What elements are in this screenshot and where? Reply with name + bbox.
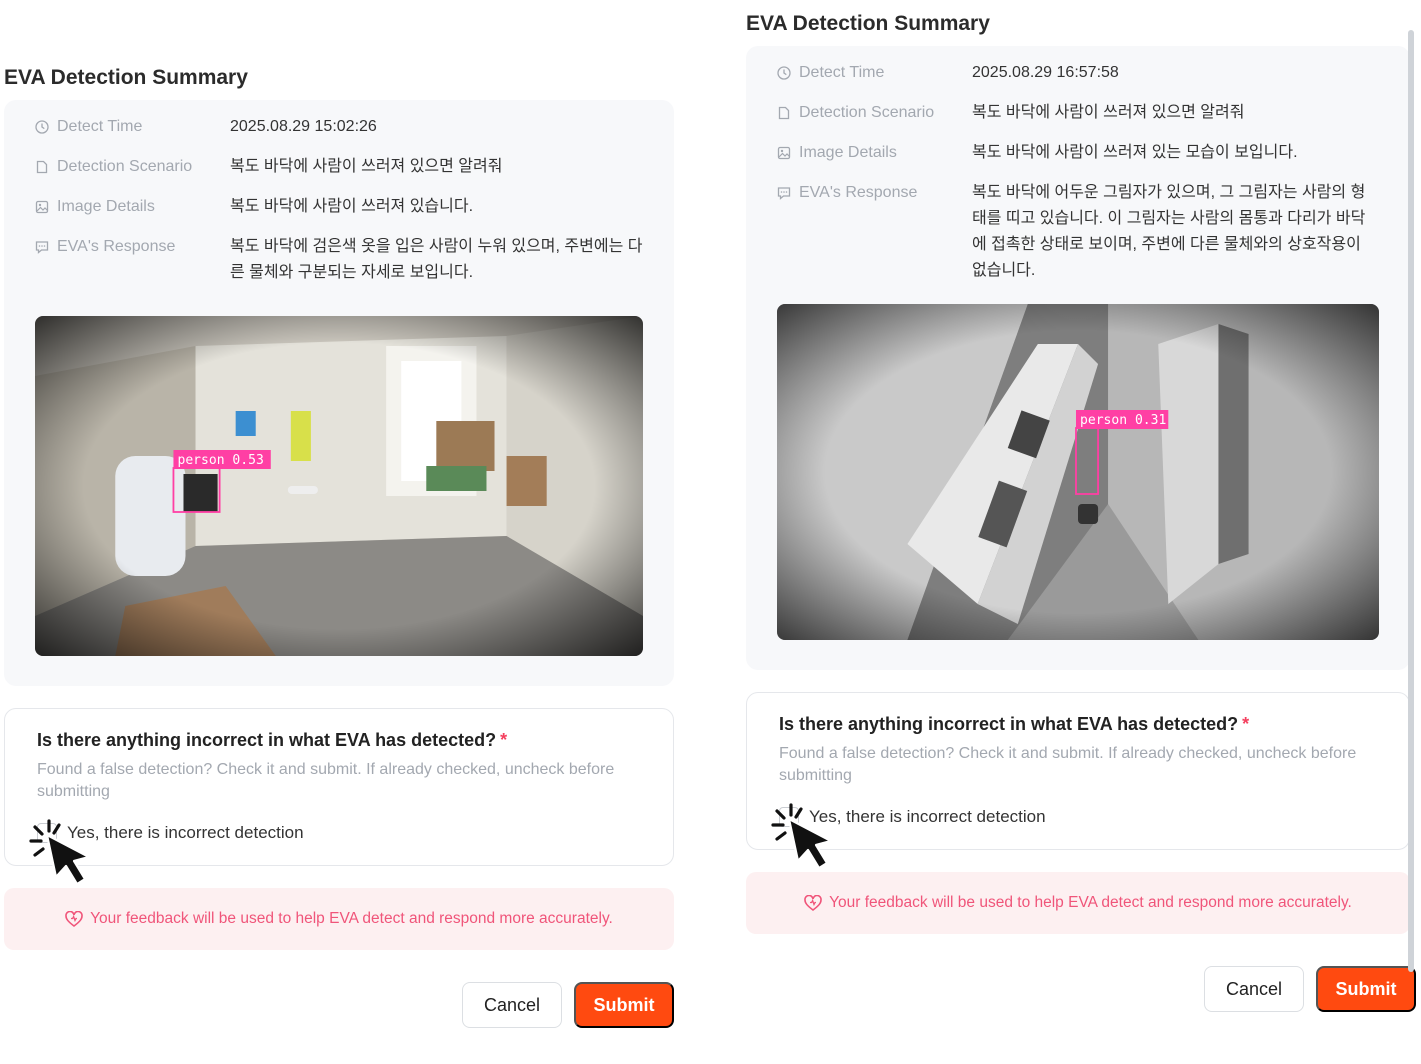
detect-time-row: Detect Time 2025.08.29 16:57:58	[777, 60, 1379, 86]
action-buttons: Cancel Submit	[746, 966, 1416, 1012]
cancel-button[interactable]: Cancel	[1204, 966, 1304, 1012]
field-label: Image Details	[57, 198, 155, 215]
panel-title: EVA Detection Summary	[746, 12, 990, 35]
notice-text: Your feedback will be used to help EVA d…	[90, 910, 613, 927]
detection-image: person 0.31	[777, 304, 1379, 640]
scrollbar[interactable]	[1408, 30, 1414, 972]
detect-time-value: 2025.08.29 16:57:58	[972, 64, 1119, 81]
field-label: EVA's Response	[799, 184, 918, 201]
field-label: Detection Scenario	[799, 104, 935, 121]
detection-label: person 0.31	[1080, 413, 1166, 428]
feedback-notice: Your feedback will be used to help EVA d…	[4, 888, 674, 950]
heart-icon	[804, 895, 822, 911]
detection-scenario-row: Detection Scenario 복도 바닥에 사람이 쓰러져 있으면 알려…	[777, 100, 1379, 126]
feedback-question-card: Is there anything incorrect in what EVA …	[746, 692, 1410, 870]
question-title: Is there anything incorrect in what EVA …	[37, 730, 497, 750]
detect-time-value: 2025.08.29 15:02:26	[230, 118, 377, 135]
image-icon	[777, 146, 791, 160]
eva-response-row: EVA's Response 복도 바닥에 어두운 그림자가 있으며, 그 그림…	[777, 180, 1379, 284]
eva-response-value: 복도 바닥에 검은색 옷을 입은 사람이 누워 있으며, 주변에는 다른 물체와…	[230, 238, 643, 281]
detection-summary-panel-right: EVA Detection Summary Detect Time 2025.0…	[746, 8, 1416, 1012]
document-icon	[36, 160, 48, 174]
option-label[interactable]: Yes, there is incorrect detection	[67, 823, 304, 843]
question-title: Is there anything incorrect in what EVA …	[779, 714, 1239, 734]
required-mark: *	[1242, 714, 1250, 734]
eva-response-row: EVA's Response 복도 바닥에 검은색 옷을 입은 사람이 누워 있…	[35, 234, 643, 286]
clock-icon	[777, 66, 791, 80]
field-label: Detection Scenario	[57, 158, 193, 175]
field-label: EVA's Response	[57, 238, 176, 255]
cctv-frame: person 0.31	[777, 304, 1379, 640]
detection-label: person 0.53	[177, 453, 263, 468]
notice-text: Your feedback will be used to help EVA d…	[829, 894, 1352, 911]
submit-button[interactable]: Submit	[574, 982, 674, 1028]
detect-time-row: Detect Time 2025.08.29 15:02:26	[35, 114, 643, 140]
submit-button[interactable]: Submit	[1316, 966, 1416, 1012]
question-help-text: Found a false detection? Check it and su…	[37, 761, 615, 800]
detection-scenario-value: 복도 바닥에 사람이 쓰러져 있으면 알려줘	[230, 158, 503, 175]
summary-card: Detect Time 2025.08.29 15:02:26 Detectio…	[4, 100, 674, 686]
message-icon	[35, 241, 49, 254]
cctv-frame: person 0.53	[35, 316, 643, 656]
panel-title: EVA Detection Summary	[4, 66, 248, 89]
image-details-value: 복도 바닥에 사람이 쓰러져 있는 모습이 보입니다.	[972, 144, 1298, 161]
cancel-button[interactable]: Cancel	[462, 982, 562, 1028]
detection-image: person 0.53	[35, 316, 643, 656]
detection-summary-panel-left: EVA Detection Summary Detect Time 2025.0…	[4, 62, 674, 1028]
image-details-row: Image Details 복도 바닥에 사람이 쓰러져 있습니다.	[35, 194, 643, 220]
image-icon	[35, 200, 49, 214]
incorrect-detection-option[interactable]: Yes, there is incorrect detection	[779, 807, 1377, 827]
incorrect-detection-option[interactable]: Yes, there is incorrect detection	[37, 823, 641, 843]
image-details-row: Image Details 복도 바닥에 사람이 쓰러져 있는 모습이 보입니다…	[777, 140, 1379, 166]
field-label: Detect Time	[799, 64, 885, 81]
detection-scenario-value: 복도 바닥에 사람이 쓰러져 있으면 알려줘	[972, 104, 1245, 121]
option-label[interactable]: Yes, there is incorrect detection	[809, 807, 1046, 827]
eva-response-value: 복도 바닥에 어두운 그림자가 있으며, 그 그림자는 사람의 형태를 띠고 있…	[972, 184, 1366, 279]
heart-icon	[65, 911, 83, 927]
document-icon	[778, 106, 790, 120]
feedback-question-card: Is there anything incorrect in what EVA …	[4, 708, 674, 886]
field-label: Image Details	[799, 144, 897, 161]
message-icon	[777, 187, 791, 200]
image-details-value: 복도 바닥에 사람이 쓰러져 있습니다.	[230, 198, 474, 215]
required-mark: *	[500, 730, 508, 750]
field-label: Detect Time	[57, 118, 143, 135]
feedback-notice: Your feedback will be used to help EVA d…	[746, 872, 1410, 934]
action-buttons: Cancel Submit	[4, 982, 674, 1028]
summary-card: Detect Time 2025.08.29 16:57:58 Detectio…	[746, 46, 1410, 670]
question-help-text: Found a false detection? Check it and su…	[779, 745, 1357, 784]
click-cursor-icon	[771, 803, 833, 870]
clock-icon	[35, 120, 49, 134]
click-cursor-icon	[29, 819, 91, 886]
detection-scenario-row: Detection Scenario 복도 바닥에 사람이 쓰러져 있으면 알려…	[35, 154, 643, 180]
